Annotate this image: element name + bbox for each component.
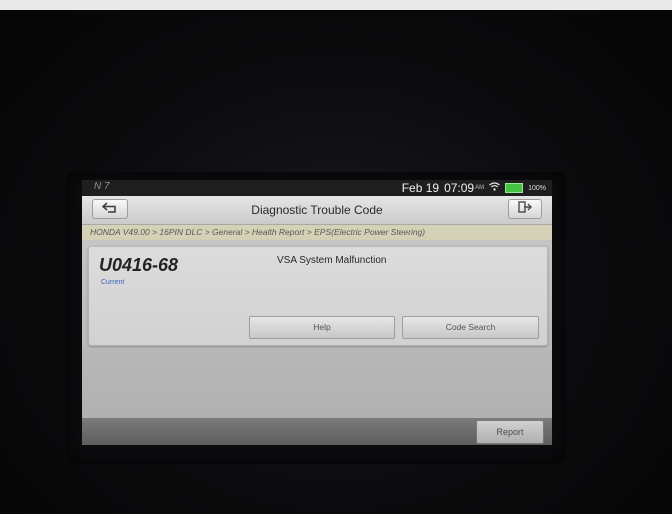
report-button[interactable]: Report — [476, 420, 544, 444]
title-bar: Diagnostic Trouble Code — [82, 196, 552, 225]
notification-icons: N 7 — [94, 181, 110, 192]
content-empty-area — [82, 350, 552, 418]
help-button[interactable]: Help — [249, 316, 395, 339]
device-screen: N 7 Feb 19 07:09 AM 100% Diagnostic Trou… — [82, 180, 552, 445]
exit-icon — [518, 200, 532, 218]
dtc-description: VSA System Malfunction — [277, 255, 387, 266]
status-time: 07:09 — [444, 181, 475, 195]
status-bar: N 7 Feb 19 07:09 AM 100% — [82, 180, 552, 196]
dtc-card: U0416-68 Current VSA System Malfunction … — [88, 246, 548, 346]
status-right-group: Feb 19 07:09 AM 100% — [402, 181, 546, 195]
battery-icon — [505, 183, 524, 193]
battery-percent: 100% — [528, 184, 546, 192]
status-date: Feb 19 — [401, 181, 440, 195]
dtc-code: U0416-68 — [99, 255, 179, 275]
top-light-band — [0, 0, 672, 10]
code-search-button[interactable]: Code Search — [402, 316, 539, 339]
dtc-status: Current — [101, 279, 125, 286]
bottom-toolbar: Report — [82, 418, 552, 445]
wifi-icon — [489, 182, 500, 194]
status-ampm: AM — [475, 185, 485, 191]
exit-button[interactable] — [508, 199, 542, 219]
breadcrumb: HONDA V49.00 > 16PIN DLC > General > Hea… — [82, 225, 552, 240]
page-title: Diagnostic Trouble Code — [251, 203, 383, 217]
